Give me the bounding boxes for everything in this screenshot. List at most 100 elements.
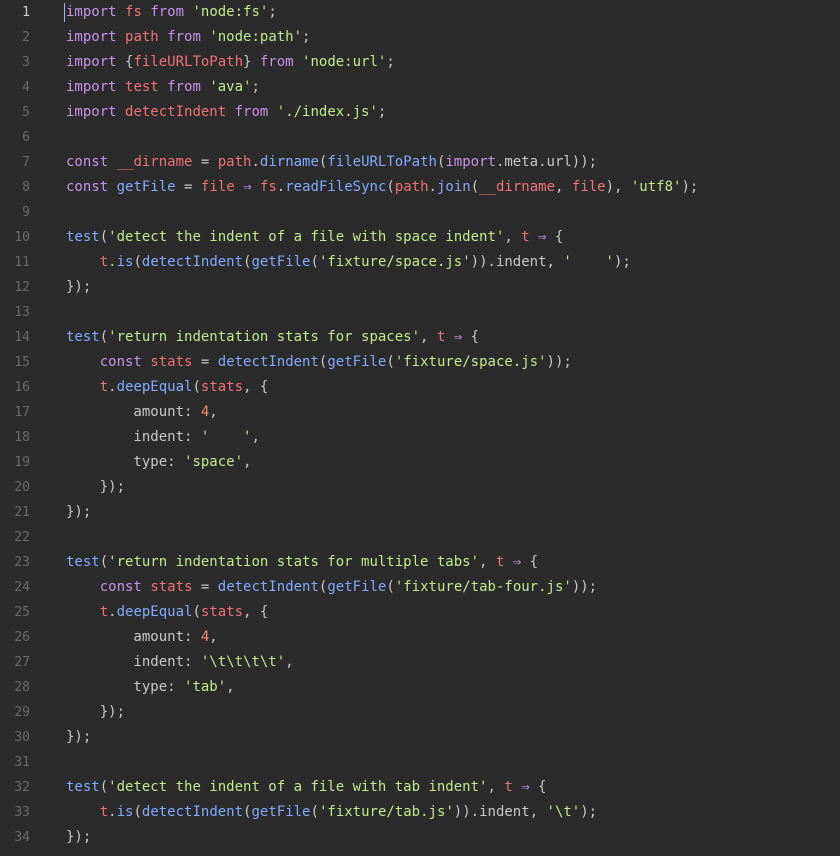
code-line[interactable]: 26 amount: 4, xyxy=(0,625,840,650)
code-line[interactable]: 23 test('return indentation stats for mul… xyxy=(0,550,840,575)
code-token: detectIndent xyxy=(217,354,319,370)
code-token: from xyxy=(259,54,294,70)
code-line[interactable]: 1 import fs from 'node:fs'; xyxy=(0,0,840,25)
code-token: getFile xyxy=(116,179,176,195)
code-token: const xyxy=(99,354,142,370)
code-line[interactable]: 27 indent: '\t\t\t\t', xyxy=(0,650,840,675)
code-token: . xyxy=(428,179,437,195)
code-line[interactable]: 31 xyxy=(0,750,840,775)
line-number: 4 xyxy=(22,80,30,95)
code-text: test('detect the indent of a file with t… xyxy=(66,775,546,800)
code-line[interactable]: 25 t.deepEqual(stats, { xyxy=(0,600,840,625)
code-token: ( xyxy=(99,779,109,795)
code-token: __dirname xyxy=(116,154,193,170)
code-line[interactable]: 6 xyxy=(0,125,840,150)
code-text: test('detect the indent of a file with s… xyxy=(66,225,563,250)
code-token: path xyxy=(394,179,429,195)
code-line[interactable]: 15 const stats = detectIndent(getFile('f… xyxy=(0,350,840,375)
code-line[interactable]: 7 const __dirname = path.dirname(fileURLT… xyxy=(0,150,840,175)
code-line[interactable]: 19 type: 'space', xyxy=(0,450,840,475)
code-text: const __dirname = path.dirname(fileURLTo… xyxy=(66,150,597,175)
code-line[interactable]: 3 import {fileURLToPath} from 'node:url'; xyxy=(0,50,840,75)
code-token: getFile xyxy=(327,354,387,370)
code-line[interactable]: 16 t.deepEqual(stats, { xyxy=(0,375,840,400)
code-line[interactable]: 2 import path from 'node:path'; xyxy=(0,25,840,50)
code-token: 'fixture/tab-four.js' xyxy=(394,579,572,595)
code-token: 'fixture/tab.js' xyxy=(318,804,454,820)
code-line[interactable]: 13 xyxy=(0,300,840,325)
line-number: 23 xyxy=(14,555,30,570)
code-text: const stats = detectIndent(getFile('fixt… xyxy=(66,575,597,600)
code-token: file xyxy=(200,179,235,195)
code-line[interactable]: 9 xyxy=(0,200,840,225)
line-number: 13 xyxy=(14,305,30,320)
code-token: from xyxy=(167,79,201,95)
code-editor[interactable]: 1 import fs from 'node:fs'; 2 import path f… xyxy=(0,0,840,856)
line-number: 2 xyxy=(22,30,30,45)
line-number: 28 xyxy=(14,680,30,695)
code-text: }); xyxy=(66,700,125,725)
code-token: 'ava' xyxy=(209,79,252,95)
code-text: amount: 4, xyxy=(66,625,217,650)
line-number: 31 xyxy=(14,755,30,770)
code-line[interactable]: 28 type: 'tab', xyxy=(0,675,840,700)
code-token: fileURLToPath xyxy=(327,154,437,170)
code-token: ( xyxy=(310,804,319,820)
code-line[interactable]: 21}); xyxy=(0,500,840,525)
code-token: getFile xyxy=(327,579,387,595)
code-text: import {fileURLToPath} from 'node:url'; xyxy=(66,50,395,75)
line-number: 17 xyxy=(14,405,30,420)
code-line[interactable]: 14 test('return indentation stats for spa… xyxy=(0,325,840,350)
code-line[interactable]: 24 const stats = detectIndent(getFile('f… xyxy=(0,575,840,600)
code-token: , xyxy=(209,404,218,420)
line-number: 26 xyxy=(14,630,30,645)
code-token: test xyxy=(125,79,159,95)
line-number: 21 xyxy=(14,505,30,520)
code-line[interactable]: 33 t.is(detectIndent(getFile('fixture/ta… xyxy=(0,800,840,825)
code-line[interactable]: 17 amount: 4, xyxy=(0,400,840,425)
code-token: __dirname xyxy=(479,179,555,195)
code-text: amount: 4, xyxy=(66,400,218,425)
code-line[interactable]: 32 test('detect the indent of a file with… xyxy=(0,775,840,800)
code-token: , xyxy=(420,329,437,345)
code-token: is xyxy=(116,254,134,270)
code-line[interactable]: 18 indent: ' ', xyxy=(0,425,840,450)
code-text: }); xyxy=(66,825,91,850)
code-token: fs xyxy=(125,4,142,20)
code-token: stats xyxy=(150,579,193,595)
code-line[interactable]: 12}); xyxy=(0,275,840,300)
code-line[interactable]: 8 const getFile = file ⇒ fs.readFileSync(… xyxy=(0,175,840,200)
code-token: )); xyxy=(571,579,598,595)
code-token: import xyxy=(445,154,496,170)
code-line[interactable]: 4 import test from 'ava'; xyxy=(0,75,840,100)
code-token: = xyxy=(175,179,201,195)
code-text: import test from 'ava'; xyxy=(66,75,260,100)
code-line[interactable]: 22 xyxy=(0,525,840,550)
code-token: './index.js' xyxy=(276,104,378,120)
code-line[interactable]: 10 test('detect the indent of a file with… xyxy=(0,225,840,250)
code-token: }); xyxy=(66,704,126,720)
line-number: 27 xyxy=(14,655,30,670)
code-token: test xyxy=(66,329,100,345)
code-line[interactable]: 29 }); xyxy=(0,700,840,725)
code-token: , xyxy=(251,429,260,445)
code-token: 'return indentation stats for spaces' xyxy=(108,329,421,345)
code-token: indent: xyxy=(66,429,201,445)
code-token: join xyxy=(436,179,471,195)
code-line[interactable]: 30}); xyxy=(0,725,840,750)
code-text: const stats = detectIndent(getFile('fixt… xyxy=(66,350,572,375)
code-token: } xyxy=(243,54,260,70)
code-token: 'node:fs' xyxy=(192,4,269,20)
code-line[interactable]: 5 import detectIndent from './index.js'; xyxy=(0,100,840,125)
line-number: 16 xyxy=(14,380,30,395)
code-line[interactable]: 20 }); xyxy=(0,475,840,500)
code-line[interactable]: 34}); xyxy=(0,825,840,850)
line-number: 6 xyxy=(22,130,30,145)
code-line[interactable]: 11 t.is(detectIndent(getFile('fixture/sp… xyxy=(0,250,840,275)
